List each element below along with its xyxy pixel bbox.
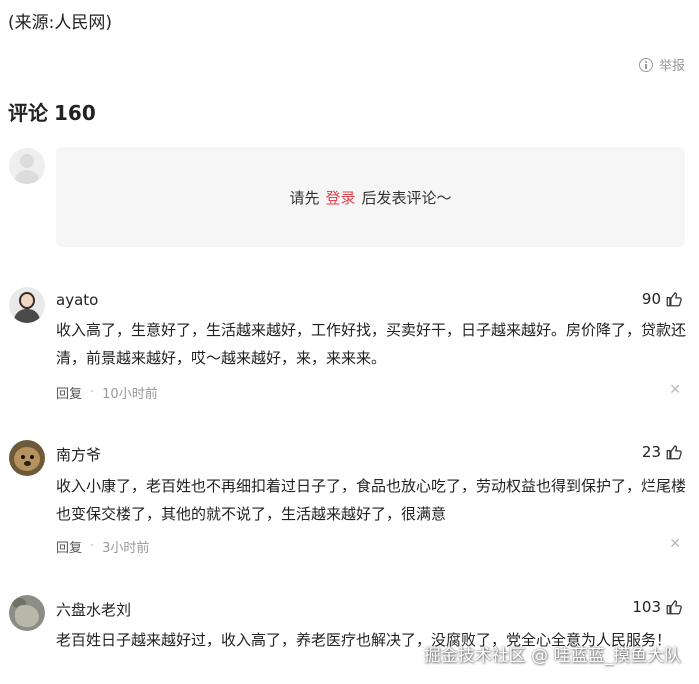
report-button[interactable]: 举报: [638, 55, 685, 74]
like-button[interactable]: 23: [642, 443, 683, 461]
avatar[interactable]: [9, 595, 45, 631]
like-count: 90: [641, 290, 661, 308]
login-prompt-before: 请先: [289, 188, 320, 207]
comment-time: 10小时前: [102, 387, 158, 402]
thumbs-up-icon: [666, 292, 682, 307]
like-count: 23: [641, 443, 661, 461]
close-icon[interactable]: ✕: [669, 382, 681, 398]
login-prompt-after: 后发表评论～: [361, 188, 452, 207]
source-line: (来源:人民网): [8, 13, 112, 33]
login-prompt-box[interactable]: 请先 登录 后发表评论～: [56, 147, 685, 247]
comment-text: 收入高了，生意好了，生活越来越好，工作好找，买卖好干，日子越来越好。房价降了，贷…: [56, 321, 687, 367]
comment-author[interactable]: ayato: [56, 291, 98, 309]
login-link[interactable]: 登录: [325, 187, 355, 208]
comments-title: 评论 160: [8, 97, 96, 126]
comment-author[interactable]: 六盘水老刘: [56, 599, 131, 620]
avatar[interactable]: [9, 440, 45, 476]
comment-meta: 回复 · 3小时前: [56, 537, 150, 556]
avatar[interactable]: [9, 287, 45, 323]
like-count: 103: [632, 598, 661, 616]
comments-title-label: 评论: [8, 101, 48, 125]
reply-button[interactable]: 回复: [56, 537, 82, 556]
comment-meta: 回复 · 10小时前: [56, 383, 158, 402]
reply-button[interactable]: 回复: [56, 383, 82, 402]
like-button[interactable]: 103: [632, 598, 683, 616]
like-button[interactable]: 90: [642, 290, 683, 308]
thumbs-up-icon: [666, 600, 682, 615]
comment-author[interactable]: 南方爷: [56, 444, 101, 465]
close-icon[interactable]: ✕: [669, 536, 681, 552]
thumbs-up-icon: [666, 445, 682, 460]
comment-time: 3小时前: [102, 541, 150, 556]
comment-text: 收入小康了，老百姓也不再细扣着过日子了，食品也放心吃了，劳动权益也得到保护了，烂…: [56, 477, 687, 523]
watermark: 掘金技术社区 @ 哇蓝蓝_摸鱼大队: [423, 646, 681, 666]
guest-avatar: [9, 148, 45, 184]
comments-count: 160: [54, 101, 96, 125]
page: (来源:人民网) 举报 评论 160 请先 登录 后发表评论～ ayato 90 …: [0, 0, 699, 684]
report-label: 举报: [658, 59, 685, 74]
info-icon: [638, 57, 653, 72]
